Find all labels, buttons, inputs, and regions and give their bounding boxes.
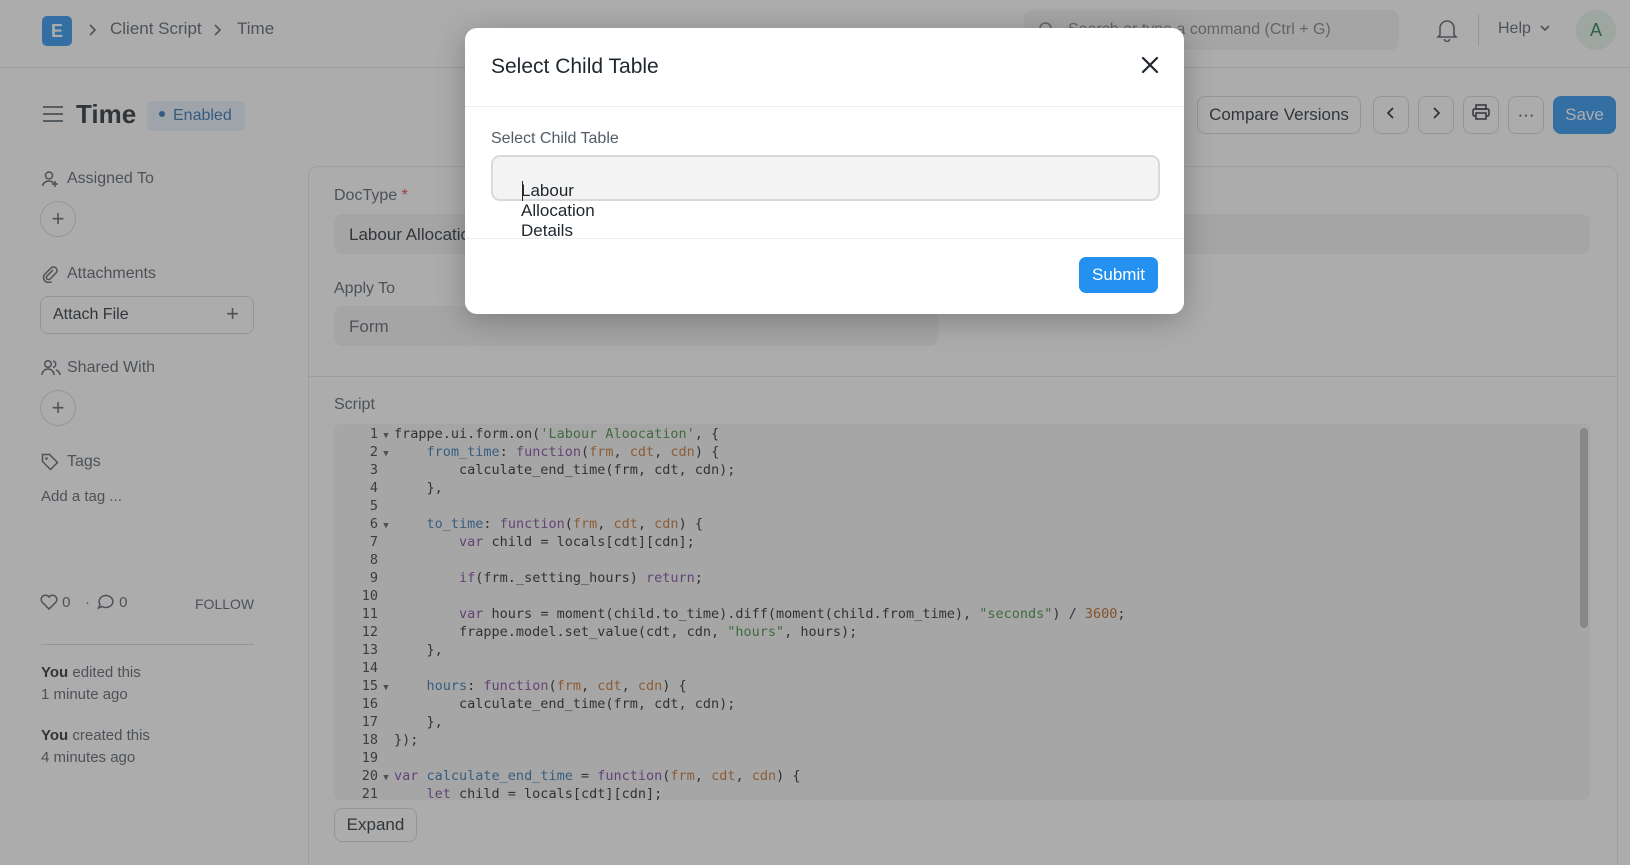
child-table-field-label: Select Child Table	[491, 130, 619, 147]
modal-title: Select Child Table	[491, 55, 659, 78]
child-table-value-text: Labour Allocation Details	[521, 181, 595, 240]
close-icon[interactable]	[1138, 53, 1162, 77]
modal-header-divider	[465, 106, 1184, 107]
text-caret	[522, 181, 523, 201]
select-child-table-dialog: Select Child Table Select Child Table La…	[465, 28, 1184, 314]
child-table-input[interactable]: Labour Allocation Details	[491, 155, 1160, 240]
modal-footer-divider	[465, 238, 1184, 239]
submit-button[interactable]: Submit	[1079, 257, 1158, 293]
